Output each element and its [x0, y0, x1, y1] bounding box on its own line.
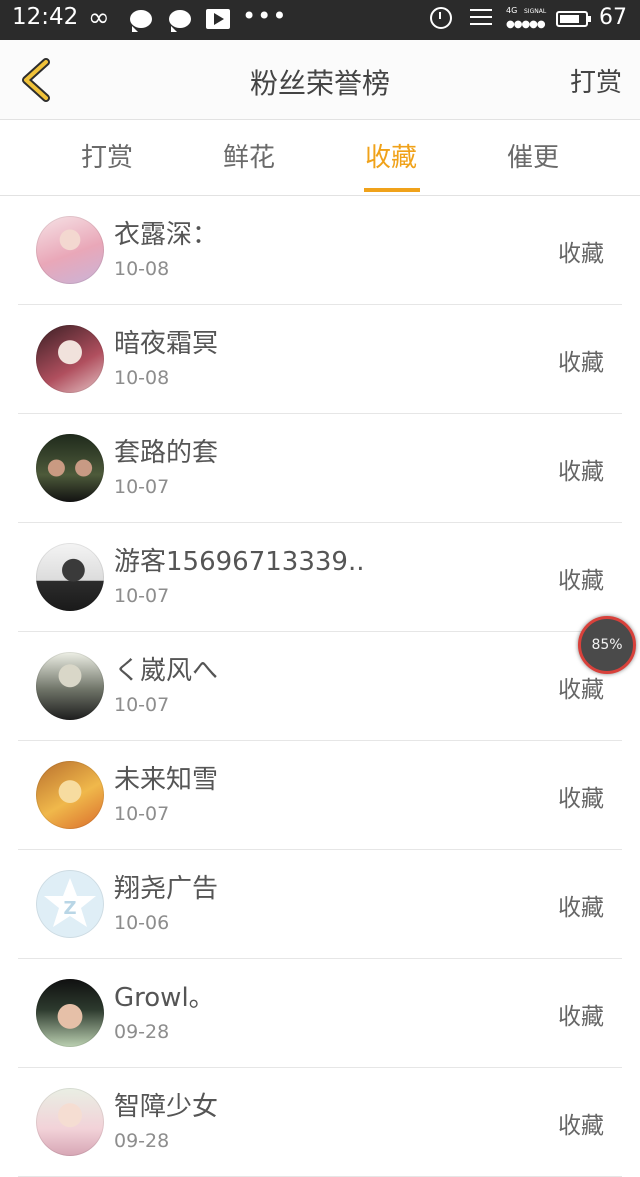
menu-lines-icon: [470, 9, 492, 31]
progress-percent: 85%: [591, 637, 623, 653]
tab-urge-update[interactable]: 催更: [473, 120, 593, 196]
date: 09-28: [114, 1021, 170, 1043]
battery-fill: [560, 15, 579, 23]
infinity-icon: ∞: [88, 3, 110, 33]
username: 游客15696713339..: [114, 547, 365, 577]
username: Growl。: [114, 983, 215, 1013]
list-item[interactable]: 衣露深： 10-08 收藏: [18, 196, 622, 305]
row-action-label: 收藏: [558, 459, 604, 485]
list-item[interactable]: 智障少女 09-28 收藏: [18, 1068, 622, 1177]
tab-label: 催更: [506, 143, 559, 173]
date: 10-06: [114, 912, 170, 934]
row-action-label: 收藏: [558, 1004, 604, 1030]
date: 10-07: [114, 694, 170, 716]
tab-reward[interactable]: 打赏: [47, 120, 167, 196]
username: く崴风へ: [114, 656, 219, 686]
avatar: [36, 216, 104, 284]
avatar: [36, 652, 104, 720]
date: 10-07: [114, 476, 170, 498]
chat-bubble-icon: [169, 10, 191, 32]
date: 10-08: [114, 258, 170, 280]
date: 10-08: [114, 367, 170, 389]
signal-icon: 4G SIGNAL ●●●●●: [506, 6, 548, 32]
list-item[interactable]: 游客15696713339.. 10-07 收藏: [18, 523, 622, 632]
username: 翔尧广告: [114, 874, 219, 904]
signal-strength-dots: ●●●●●: [506, 19, 546, 30]
tab-bar: 打赏 鲜花 收藏 催更: [0, 120, 640, 196]
row-action-label: 收藏: [558, 786, 604, 812]
row-action-label: 收藏: [558, 568, 604, 594]
row-action-label: 收藏: [558, 677, 604, 703]
top-navbar: 粉丝荣誉榜 打赏: [0, 40, 640, 120]
status-bar: 12:42 ∞ ••• 4G SIGNAL ●●●●● 67: [0, 0, 640, 40]
avatar: [36, 434, 104, 502]
svg-text:Z: Z: [63, 898, 76, 919]
avatar: [36, 1088, 104, 1156]
video-play-icon: [206, 9, 230, 29]
chat-bubble-icon: [130, 10, 152, 32]
active-tab-indicator: [364, 188, 420, 192]
list-item[interactable]: Z 翔尧广告 10-06 收藏: [18, 850, 622, 959]
avatar: [36, 979, 104, 1047]
tab-label: 收藏: [364, 143, 417, 173]
row-action-label: 收藏: [558, 350, 604, 376]
avatar: [36, 325, 104, 393]
tab-label: 打赏: [80, 143, 133, 173]
alarm-icon: [430, 7, 452, 29]
avatar: [36, 761, 104, 829]
tab-label: 鲜花: [222, 143, 275, 173]
list-item[interactable]: く崴风へ 10-07 收藏: [18, 632, 622, 741]
floating-progress-button[interactable]: 85%: [578, 616, 636, 674]
reward-button[interactable]: 打赏: [570, 62, 622, 99]
network-type-label: 4G: [506, 6, 518, 15]
row-action-label: 收藏: [558, 1113, 604, 1139]
signal-label: SIGNAL: [524, 8, 547, 15]
page-title: 粉丝荣誉榜: [249, 67, 390, 100]
list-item[interactable]: 暗夜霜冥 10-08 收藏: [18, 305, 622, 414]
battery-icon: [556, 11, 591, 27]
status-time: 12:42: [12, 4, 79, 30]
avatar: Z: [36, 870, 104, 938]
username: 衣露深：: [114, 220, 219, 250]
list-item[interactable]: Growl。 09-28 收藏: [18, 959, 622, 1068]
fan-list: 衣露深： 10-08 收藏 暗夜霜冥 10-08 收藏 套路的套 10-07 收…: [0, 196, 640, 1177]
list-item[interactable]: 未来知雪 10-07 收藏: [18, 741, 622, 850]
list-item[interactable]: 套路的套 10-07 收藏: [18, 414, 622, 523]
username: 智障少女: [114, 1092, 219, 1122]
row-action-label: 收藏: [558, 895, 604, 921]
tab-favorites[interactable]: 收藏: [331, 120, 451, 196]
username: 未来知雪: [114, 765, 219, 795]
username: 暗夜霜冥: [114, 329, 219, 359]
date: 10-07: [114, 585, 170, 607]
avatar: [36, 543, 104, 611]
username: 套路的套: [114, 438, 219, 468]
battery-percent: 67: [599, 5, 627, 30]
date: 09-28: [114, 1130, 170, 1152]
more-dots-icon: •••: [242, 2, 288, 30]
tab-flowers[interactable]: 鲜花: [189, 120, 309, 196]
date: 10-07: [114, 803, 170, 825]
row-action-label: 收藏: [558, 241, 604, 267]
